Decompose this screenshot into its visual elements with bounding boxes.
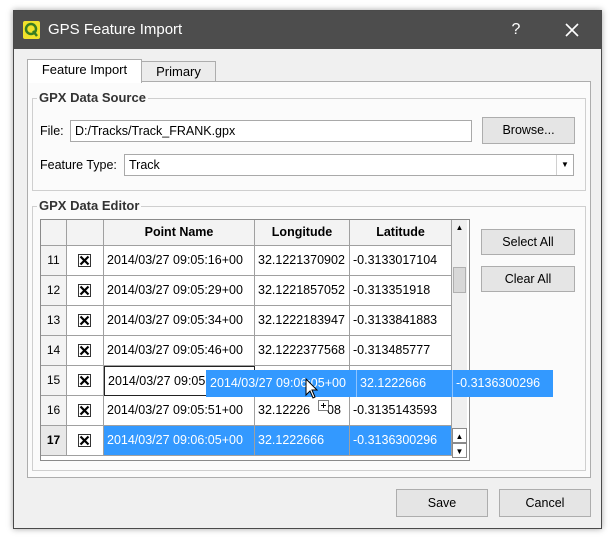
close-button[interactable] xyxy=(552,11,592,49)
latitude-cell[interactable]: -0.3133841883 xyxy=(350,306,452,336)
drag-ghost-lat: -0.3136300296 xyxy=(456,376,541,390)
feature-type-value: Track xyxy=(129,158,160,172)
latitude-cell[interactable]: -0.313485777 xyxy=(350,336,452,366)
scroll-thumb[interactable] xyxy=(453,267,466,293)
corner-header[interactable] xyxy=(41,220,67,246)
window-title: GPS Feature Import xyxy=(48,21,183,38)
browse-button[interactable]: Browse... xyxy=(482,117,575,144)
drag-ghost-name: 2014/03/27 09:06:05+00 xyxy=(210,376,346,390)
latitude-cell[interactable]: -0.3135143593 xyxy=(350,396,452,426)
point-name-cell[interactable]: 2014/03/27 09:05:34+00 xyxy=(104,306,255,336)
checkbox-checked-icon[interactable] xyxy=(78,374,91,387)
row-number[interactable]: 11 xyxy=(41,246,67,276)
checkbox-checked-icon[interactable] xyxy=(78,284,91,297)
row-checkbox-cell[interactable] xyxy=(67,276,104,306)
checkbox-checked-icon[interactable] xyxy=(78,314,91,327)
gpx-data-source-title: GPX Data Source xyxy=(37,90,148,105)
column-header-point-name[interactable]: Point Name xyxy=(104,220,255,246)
drag-copy-icon xyxy=(318,400,329,411)
chevron-down-icon: ▼ xyxy=(556,155,573,175)
scroll-down-icon[interactable]: ▼ xyxy=(452,443,467,458)
row-number[interactable]: 17 xyxy=(41,426,67,456)
row-checkbox-cell[interactable] xyxy=(67,426,104,456)
drag-ghost-row: 2014/03/27 09:06:05+00 32.1222666 -0.313… xyxy=(206,370,553,397)
cancel-button[interactable]: Cancel xyxy=(499,489,591,517)
scroll-up-small-icon[interactable]: ▲ xyxy=(452,428,467,443)
row-checkbox-cell[interactable] xyxy=(67,306,104,336)
checkbox-checked-icon[interactable] xyxy=(78,254,91,267)
drag-ghost-separator xyxy=(452,370,453,397)
row-checkbox-cell[interactable] xyxy=(67,366,104,396)
latitude-cell[interactable]: -0.313351918 xyxy=(350,276,452,306)
row-number[interactable]: 12 xyxy=(41,276,67,306)
row-checkbox-cell[interactable] xyxy=(67,396,104,426)
tab-primary[interactable]: Primary xyxy=(141,61,216,83)
select-all-button[interactable]: Select All xyxy=(481,229,575,255)
row-number[interactable]: 13 xyxy=(41,306,67,336)
drag-ghost-separator xyxy=(356,370,357,397)
checkbox-checked-icon[interactable] xyxy=(78,434,91,447)
row-number[interactable]: 15 xyxy=(41,366,67,396)
row-checkbox-cell[interactable] xyxy=(67,246,104,276)
scroll-up-icon[interactable]: ▲ xyxy=(452,220,467,235)
qgis-icon xyxy=(23,21,40,39)
column-header-latitude[interactable]: Latitude xyxy=(350,220,452,246)
point-name-cell[interactable]: 2014/03/27 09:05:16+00 xyxy=(104,246,255,276)
point-name-cell[interactable]: 2014/03/27 09:05:51+00 xyxy=(104,396,255,426)
gpx-data-source-group xyxy=(32,98,586,191)
gpx-data-editor-title: GPX Data Editor xyxy=(37,198,142,213)
longitude-cell[interactable]: 32.12226 08 xyxy=(255,396,350,426)
point-name-cell[interactable]: 2014/03/27 09:06:05+00 xyxy=(104,426,255,456)
checkbox-checked-icon[interactable] xyxy=(78,404,91,417)
close-icon xyxy=(565,23,579,37)
dialog-window: GPS Feature Import ? Feature Import Prim… xyxy=(13,10,602,529)
feature-type-select[interactable]: Track ▼ xyxy=(124,154,574,176)
drag-ghost-lon: 32.1222666 xyxy=(360,376,427,390)
latitude-cell[interactable]: -0.3136300296 xyxy=(350,426,452,456)
mouse-cursor-icon xyxy=(305,378,319,399)
longitude-cell[interactable]: 32.1221370902 xyxy=(255,246,350,276)
tab-feature-import[interactable]: Feature Import xyxy=(27,59,142,83)
row-number[interactable]: 14 xyxy=(41,336,67,366)
file-label: File: xyxy=(40,124,64,138)
longitude-cell[interactable]: 32.1222183947 xyxy=(255,306,350,336)
latitude-cell[interactable]: -0.3133017104 xyxy=(350,246,452,276)
save-button[interactable]: Save xyxy=(396,489,488,517)
checkbox-header[interactable] xyxy=(67,220,104,246)
help-button[interactable]: ? xyxy=(500,11,532,49)
column-header-longitude[interactable]: Longitude xyxy=(255,220,350,246)
title-bar[interactable]: GPS Feature Import ? xyxy=(14,11,601,49)
point-name-cell[interactable]: 2014/03/27 09:05:46+00 xyxy=(104,336,255,366)
longitude-cell[interactable]: 32.1222666 xyxy=(255,426,350,456)
file-path-input[interactable]: D:/Tracks/Track_FRANK.gpx xyxy=(70,120,472,142)
row-checkbox-cell[interactable] xyxy=(67,336,104,366)
longitude-cell[interactable]: 32.1222377568 xyxy=(255,336,350,366)
longitude-cell[interactable]: 32.1221857052 xyxy=(255,276,350,306)
point-name-cell[interactable]: 2014/03/27 09:05:29+00 xyxy=(104,276,255,306)
table-vscrollbar[interactable]: ▲ ▲ ▼ xyxy=(452,220,467,458)
row-number[interactable]: 16 xyxy=(41,396,67,426)
checkbox-checked-icon[interactable] xyxy=(78,344,91,357)
gpx-data-table[interactable]: Point Name Longitude Latitude 11 2014/03/… xyxy=(40,219,470,461)
clear-all-button[interactable]: Clear All xyxy=(481,266,575,292)
feature-type-label: Feature Type: xyxy=(40,158,117,172)
